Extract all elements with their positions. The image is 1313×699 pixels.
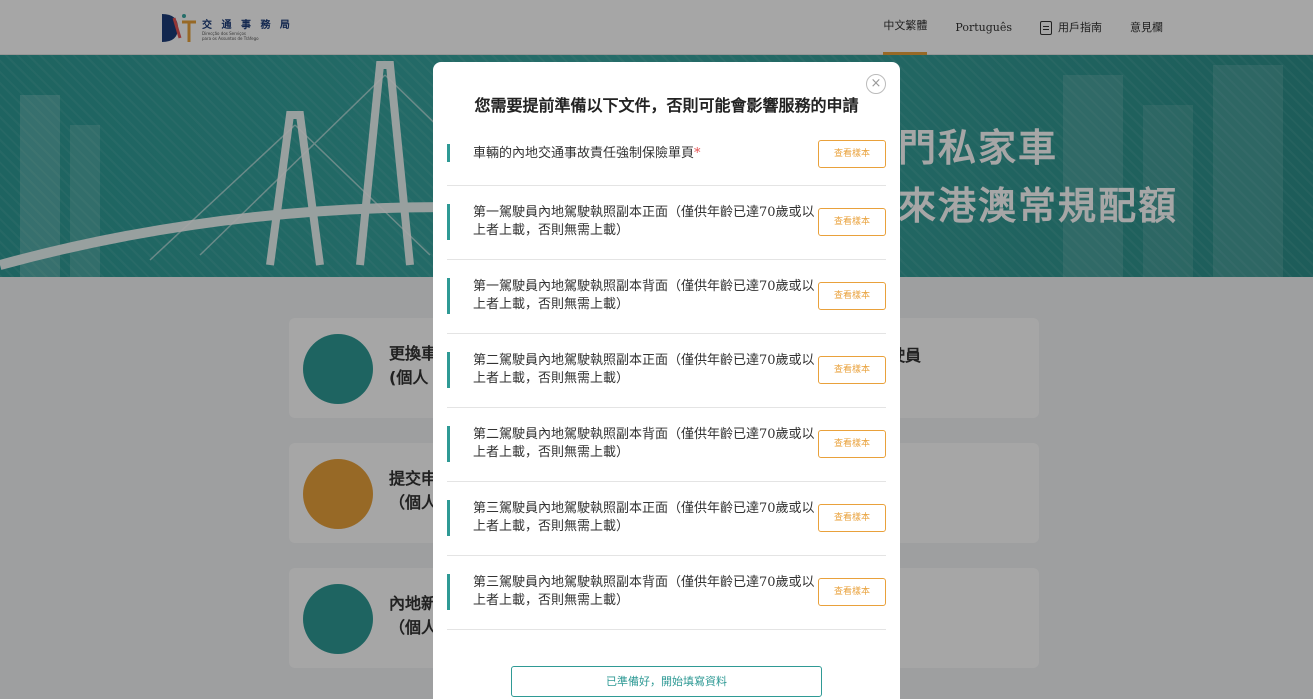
- document-label: 車輛的內地交通事故責任強制保險單頁*: [473, 145, 818, 163]
- ready-start-button[interactable]: 已準備好，開始填寫資料: [511, 666, 822, 697]
- item-accent-bar: [447, 574, 450, 610]
- item-accent-bar: [447, 278, 450, 314]
- item-accent-bar: [447, 204, 450, 240]
- item-accent-bar: [447, 352, 450, 388]
- view-sample-button[interactable]: 查看樣本: [818, 282, 886, 310]
- view-sample-button[interactable]: 查看樣本: [818, 430, 886, 458]
- item-accent-bar: [447, 426, 450, 462]
- document-label: 第二駕駛員內地駕駛執照副本正面（僅供年齡已達70歲或以上者上載，否則無需上載）: [473, 353, 815, 386]
- document-label: 第二駕駛員內地駕駛執照副本背面（僅供年齡已達70歲或以上者上載，否則無需上載）: [473, 427, 815, 460]
- document-item: 第一駕駛員內地駕駛執照副本正面（僅供年齡已達70歲或以上者上載，否則無需上載） …: [447, 186, 886, 260]
- view-sample-button[interactable]: 查看樣本: [818, 356, 886, 384]
- document-label: 第一駕駛員內地駕駛執照副本背面（僅供年齡已達70歲或以上者上載，否則無需上載）: [473, 279, 815, 312]
- document-item: 第一駕駛員內地駕駛執照副本背面（僅供年齡已達70歲或以上者上載，否則無需上載） …: [447, 260, 886, 334]
- document-list: 車輛的內地交通事故責任強制保險單頁* 查看樣本 第一駕駛員內地駕駛執照副本正面（…: [447, 132, 886, 630]
- document-label: 第三駕駛員內地駕駛執照副本正面（僅供年齡已達70歲或以上者上載，否則無需上載）: [473, 501, 815, 534]
- document-item: 第二駕駛員內地駕駛執照副本正面（僅供年齡已達70歲或以上者上載，否則無需上載） …: [447, 334, 886, 408]
- view-sample-button[interactable]: 查看樣本: [818, 504, 886, 532]
- document-item: 車輛的內地交通事故責任強制保險單頁* 查看樣本: [447, 132, 886, 186]
- view-sample-button[interactable]: 查看樣本: [818, 208, 886, 236]
- view-sample-button[interactable]: 查看樣本: [818, 578, 886, 606]
- close-icon[interactable]: ×: [866, 74, 886, 94]
- item-accent-bar: [447, 144, 450, 162]
- view-sample-button[interactable]: 查看樣本: [818, 140, 886, 168]
- item-accent-bar: [447, 500, 450, 536]
- document-item: 第二駕駛員內地駕駛執照副本背面（僅供年齡已達70歲或以上者上載，否則無需上載） …: [447, 408, 886, 482]
- document-item: 第三駕駛員內地駕駛執照副本背面（僅供年齡已達70歲或以上者上載，否則無需上載） …: [447, 556, 886, 630]
- document-label-text: 車輛的內地交通事故責任強制保險單頁: [473, 146, 695, 161]
- document-label: 第一駕駛員內地駕駛執照副本正面（僅供年齡已達70歲或以上者上載，否則無需上載）: [473, 205, 815, 238]
- required-mark: *: [694, 146, 701, 161]
- document-item: 第三駕駛員內地駕駛執照副本正面（僅供年齡已達70歲或以上者上載，否則無需上載） …: [447, 482, 886, 556]
- document-label: 第三駕駛員內地駕駛執照副本背面（僅供年齡已達70歲或以上者上載，否則無需上載）: [473, 575, 815, 608]
- required-documents-modal: × 您需要提前準備以下文件，否則可能會影響服務的申請 車輛的內地交通事故責任強制…: [433, 62, 900, 699]
- modal-title: 您需要提前準備以下文件，否則可能會影響服務的申請: [474, 96, 859, 115]
